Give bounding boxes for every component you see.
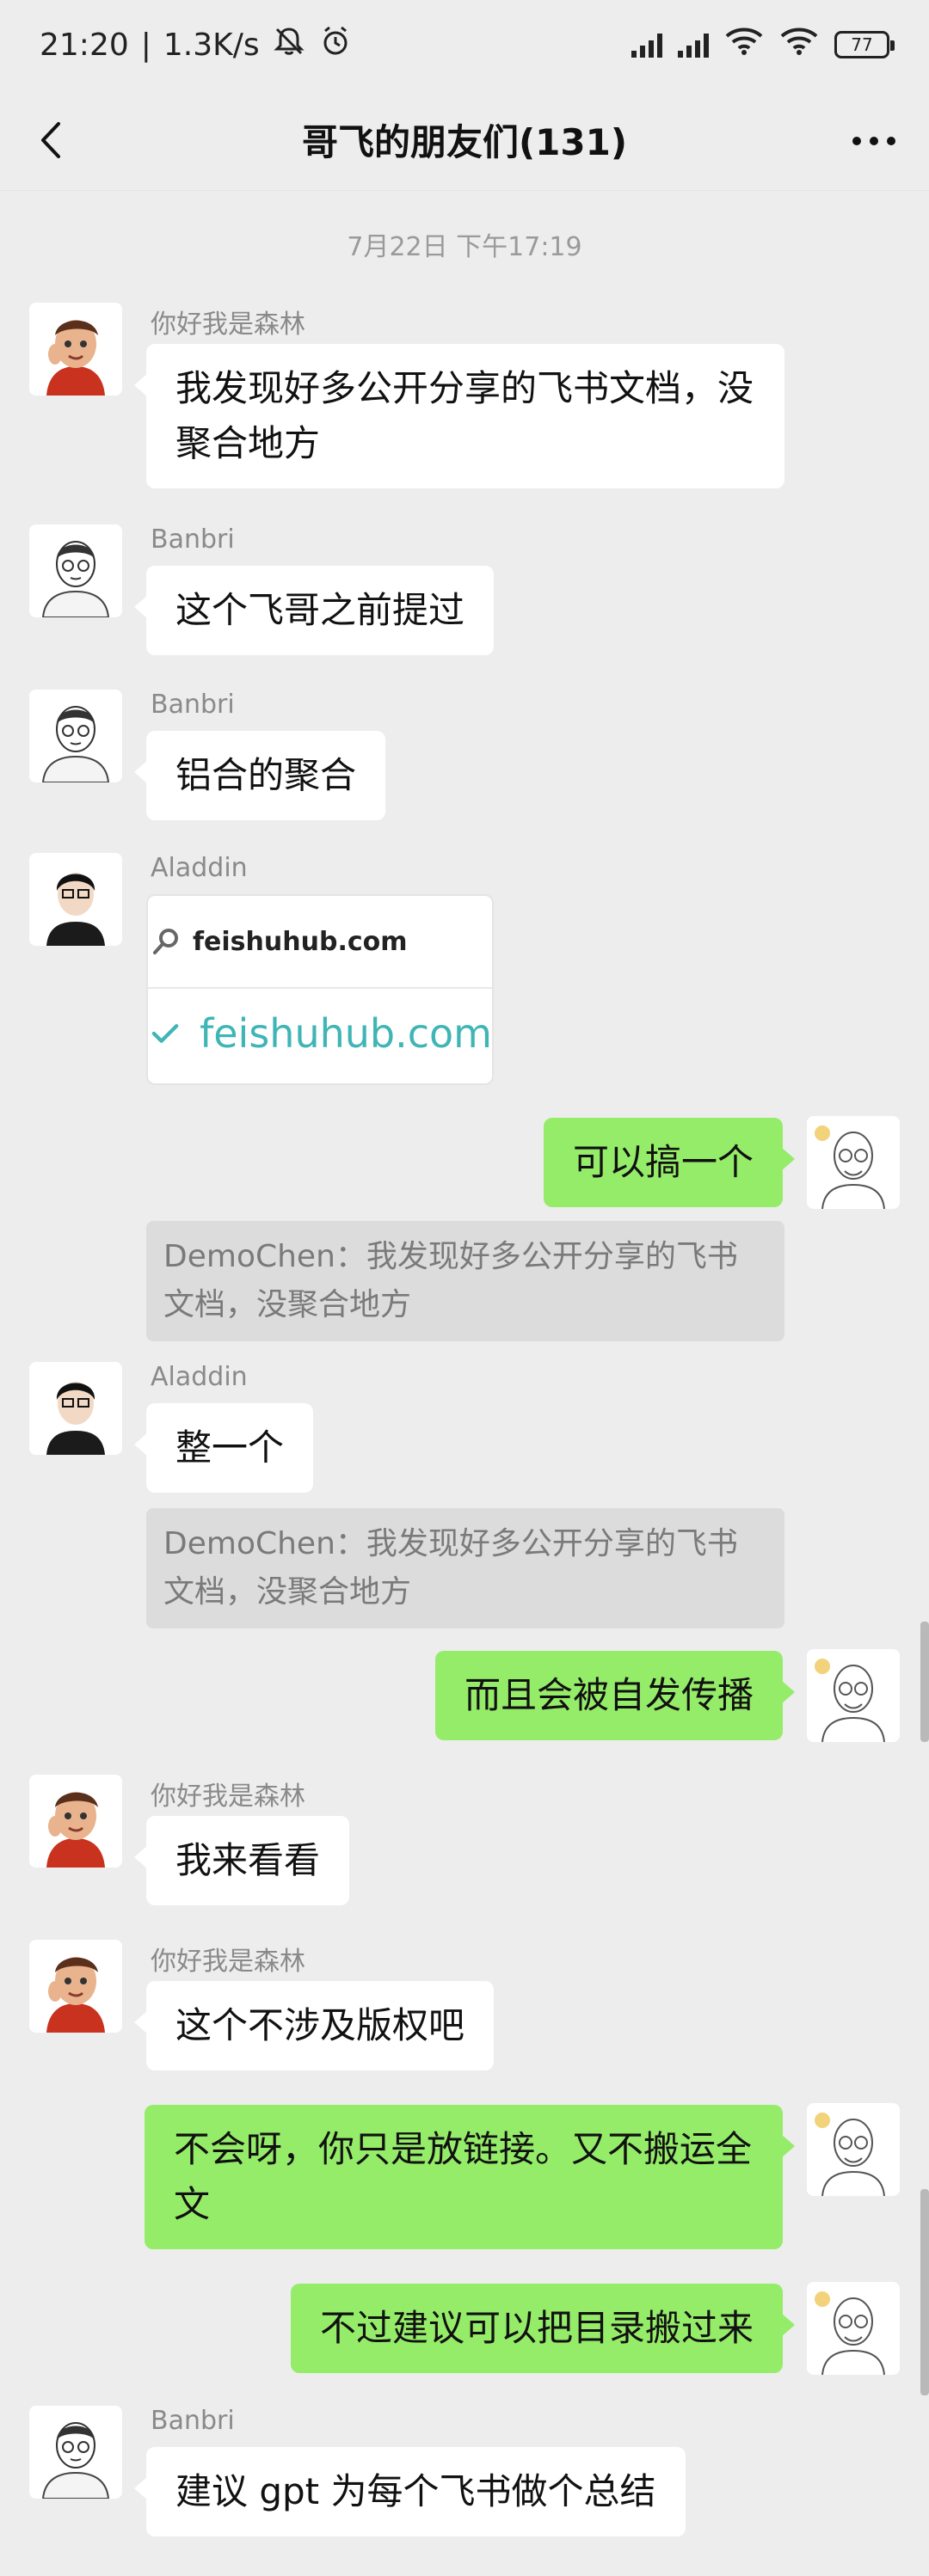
alarm-icon (318, 24, 353, 66)
link-card-domain: feishuhub.com (200, 1010, 492, 1057)
message-bubble-self[interactable]: 不会呀，你只是放链接。又不搬运全文 (145, 2105, 795, 2249)
sender-name: Banbri (151, 2406, 235, 2436)
self-avatar[interactable] (807, 2282, 900, 2375)
status-divider: | (140, 27, 151, 63)
avatar[interactable] (29, 1362, 122, 1455)
avatar[interactable] (29, 2406, 122, 2499)
message-bubble[interactable]: 我发现好多公开分享的飞书文档，没聚合地方 (134, 344, 784, 488)
battery-level: 77 (851, 34, 873, 55)
message-timestamp: 7月22日 下午17:19 (347, 232, 582, 262)
sender-name: 你好我是森林 (151, 1947, 305, 1977)
message-bubble[interactable]: 铝合的聚合 (133, 731, 386, 820)
wifi-icon (724, 26, 764, 64)
self-avatar[interactable] (807, 1649, 900, 1742)
sender-name: Aladdin (151, 853, 248, 883)
sender-name: 你好我是森林 (151, 1782, 305, 1812)
quoted-message[interactable]: DemoChen：我发现好多公开分享的飞书文档，没聚合地方 (146, 1508, 784, 1628)
status-right: 77 (631, 26, 895, 64)
self-avatar[interactable] (807, 2103, 900, 2196)
status-time: 21:20 (40, 27, 129, 63)
avatar[interactable] (29, 690, 122, 782)
link-card[interactable]: feishuhub.com feishuhub.com (146, 894, 494, 1085)
signal-icon (631, 32, 662, 58)
chat-title[interactable]: 哥飞的朋友们(131) (302, 113, 627, 166)
back-button[interactable] (29, 117, 76, 163)
avatar[interactable] (29, 1940, 122, 2033)
sender-name: Aladdin (151, 1362, 248, 1392)
check-icon (151, 1024, 179, 1043)
quoted-message[interactable]: DemoChen：我发现好多公开分享的飞书文档，没聚合地方 (146, 1221, 784, 1341)
self-avatar[interactable] (807, 1116, 900, 1209)
chevron-left-icon (41, 122, 60, 158)
message-bubble[interactable]: 这个不涉及版权吧 (133, 1981, 495, 2070)
search-icon (153, 929, 178, 954)
scrollbar-thumb[interactable] (920, 1622, 929, 1742)
link-card-search-text: feishuhub.com (193, 926, 408, 957)
avatar[interactable] (29, 303, 122, 396)
message-bubble[interactable]: 建议 gpt 为每个飞书做个总结 (134, 2447, 686, 2536)
battery-icon: 77 (834, 31, 895, 58)
sender-name: Banbri (151, 524, 235, 555)
avatar[interactable] (29, 524, 122, 617)
more-button[interactable] (848, 115, 900, 167)
avatar[interactable] (29, 1775, 122, 1868)
message-bubble[interactable]: 整一个 (133, 1403, 314, 1493)
wifi-icon-2 (779, 26, 819, 64)
scrollbar-thumb-2[interactable] (920, 2189, 929, 2395)
chat-header: 哥飞的朋友们(131) (0, 89, 929, 191)
status-network-speed: 1.3K/s (163, 27, 260, 63)
sender-name: Banbri (151, 690, 235, 720)
avatar[interactable] (29, 853, 122, 946)
message-bubble[interactable]: 我来看看 (133, 1816, 350, 1905)
message-bubble-self[interactable]: 而且会被自发传播 (434, 1651, 796, 1740)
chat-area[interactable]: 7月22日 下午17:19 你好我是森林 我发现好多公开分享的飞书文档，没聚合地… (0, 191, 929, 2576)
link-card-main-row: feishuhub.com (148, 989, 492, 1078)
signal-icon-2 (678, 32, 709, 58)
message-bubble-self[interactable]: 不过建议可以把目录搬过来 (290, 2284, 796, 2373)
message-bubble-self[interactable]: 可以搞一个 (543, 1118, 796, 1207)
more-dots-icon (852, 137, 895, 145)
bell-off-icon (272, 24, 306, 66)
message-bubble[interactable]: 这个飞哥之前提过 (133, 566, 495, 655)
status-left: 21:20 | 1.3K/s (40, 24, 353, 66)
status-bar: 21:20 | 1.3K/s 77 (0, 0, 929, 89)
link-card-search-row: feishuhub.com (148, 896, 492, 989)
sender-name: 你好我是森林 (151, 310, 305, 340)
